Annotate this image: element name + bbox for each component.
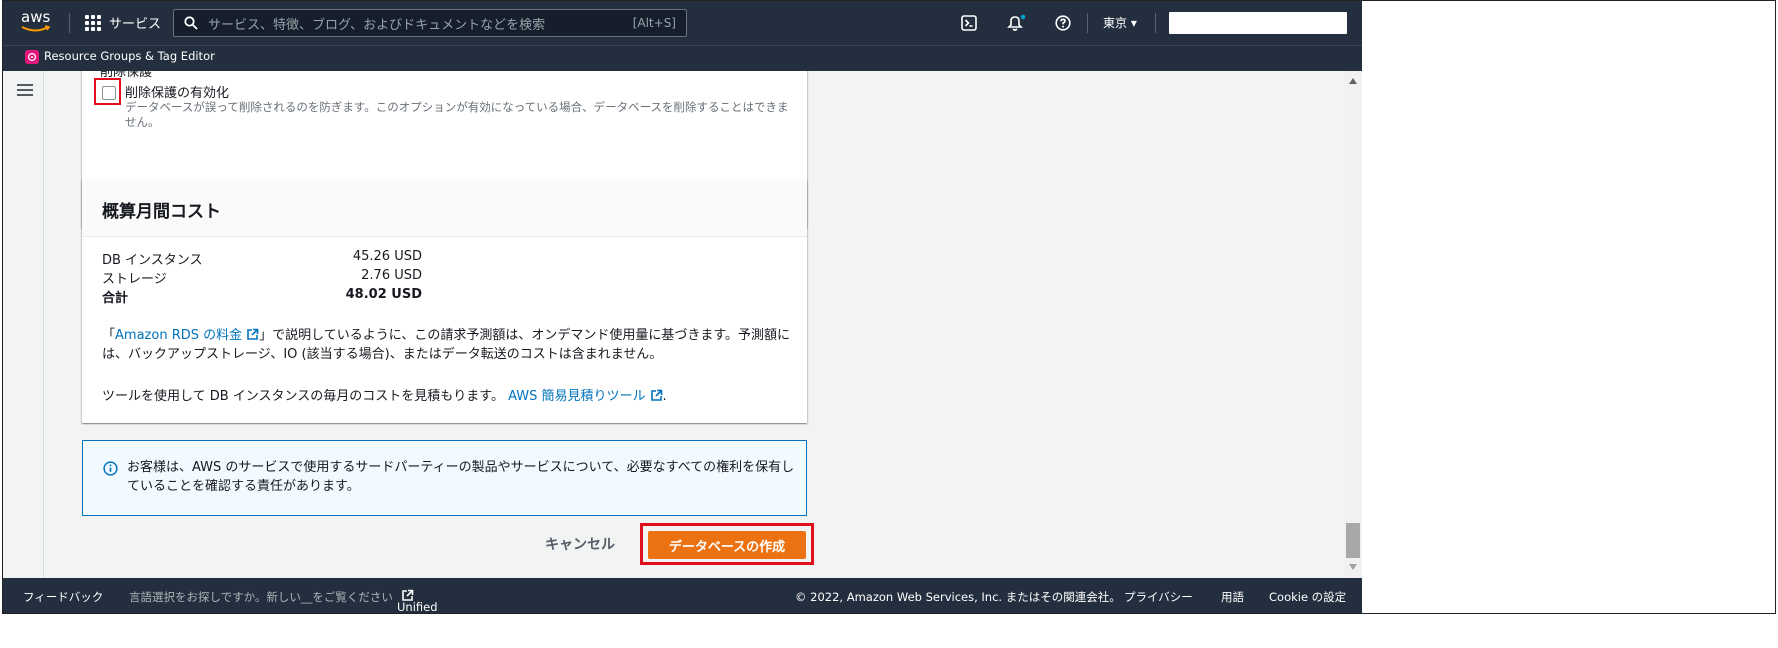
- cost-total-row: 合計 48.02 USD: [102, 287, 422, 306]
- scrollbar[interactable]: [1344, 71, 1362, 578]
- feedback-link[interactable]: フィードバック: [23, 589, 103, 605]
- scrollbar-thumb[interactable]: [1346, 523, 1360, 558]
- create-database-button[interactable]: データベースの作成: [648, 531, 806, 559]
- services-menu-button[interactable]: サービス: [85, 13, 161, 32]
- deletion-protection-checkbox[interactable]: [102, 86, 116, 100]
- external-link-icon: [650, 389, 662, 401]
- main-content: 削除保護 削除保護の有効化 データベースが誤って削除されるのを防ぎます。このオプ…: [45, 71, 1344, 578]
- scroll-up-arrow-icon[interactable]: [1349, 78, 1357, 84]
- highlight-box: データベースの作成: [640, 523, 814, 565]
- checkbox-label[interactable]: 削除保護の有効化: [125, 82, 229, 101]
- terms-link[interactable]: 用語: [1221, 589, 1244, 605]
- menu-icon[interactable]: [17, 84, 33, 96]
- cloudshell-button[interactable]: [959, 13, 979, 33]
- unified-settings-link[interactable]: Unified Settings: [397, 589, 438, 613]
- resource-groups-link[interactable]: Resource Groups & Tag Editor: [44, 49, 215, 63]
- language-prompt: 言語選択をお探しですか。新しい__をご覧ください: [129, 590, 393, 604]
- services-label: サービス: [109, 17, 162, 32]
- cost-note: 「Amazon RDS の料金 」で説明しているように、この請求予測額は、オンデマ…: [102, 328, 791, 362]
- grid-icon: [85, 14, 101, 31]
- external-link-icon: [247, 328, 259, 340]
- cost-row: DB インスタンス 45.26 USD: [102, 249, 422, 268]
- checkbox-description: データベースが誤って削除されるのを防ぎます。このオプションが有効になっている場合…: [125, 100, 789, 129]
- cloudshell-icon: [961, 15, 977, 31]
- search-placeholder: サービス、特徴、ブログ、およびドキュメントなどを検索: [208, 17, 546, 33]
- privacy-link[interactable]: プライバシー: [1124, 589, 1193, 605]
- help-button[interactable]: [1053, 13, 1073, 33]
- scroll-down-arrow-icon[interactable]: [1349, 564, 1357, 570]
- aws-logo[interactable]: aws: [21, 10, 55, 36]
- side-navigation-rail: [3, 71, 44, 578]
- nav-divider: [1087, 13, 1088, 33]
- cost-title: 概算月間コスト: [82, 179, 807, 237]
- info-alert: お客様は、AWS のサービスで使用するサードパーティーの製品やサービスについて、…: [82, 440, 807, 516]
- nav-divider: [69, 13, 70, 33]
- search-icon: [184, 16, 198, 30]
- cost-row: ストレージ 2.76 USD: [102, 268, 422, 287]
- help-icon: [1055, 15, 1071, 31]
- cookie-settings-link[interactable]: Cookie の設定: [1269, 589, 1346, 605]
- info-text: お客様は、AWS のサービスで使用するサードパーティーの製品やサービスについて、…: [127, 460, 795, 494]
- footer: フィードバック 言語選択をお探しですか。新しい__をご覧ください Unified…: [3, 578, 1362, 613]
- resource-groups-icon: [25, 50, 39, 64]
- aws-smile-icon: [21, 25, 51, 32]
- cost-tool-text: ツールを使用して DB インスタンスの毎月のコストを見積もります。 AWS 簡易…: [102, 389, 667, 404]
- rds-pricing-link[interactable]: Amazon RDS の料金: [115, 328, 259, 343]
- cost-table: DB インスタンス 45.26 USD ストレージ 2.76 USD 合計 48…: [102, 249, 422, 306]
- region-selector[interactable]: 東京 ▾: [1103, 14, 1137, 31]
- search-shortcut: [Alt+S]: [632, 16, 676, 30]
- info-icon: [103, 461, 118, 476]
- top-navigation: aws サービス サービス、特徴、ブログ、およびドキュメントなどを検索 [Alt…: [3, 1, 1362, 45]
- screenshot-frame: aws サービス サービス、特徴、ブログ、およびドキュメントなどを検索 [Alt…: [2, 0, 1776, 614]
- highlight-box: [94, 78, 121, 105]
- aws-console: aws サービス サービス、特徴、ブログ、およびドキュメントなどを検索 [Alt…: [3, 1, 1362, 613]
- account-menu[interactable]: [1169, 12, 1347, 34]
- aws-logo-text: aws: [21, 8, 51, 26]
- copyright-text: © 2022, Amazon Web Services, Inc. またはその関…: [795, 590, 1121, 604]
- notifications-button[interactable]: [1006, 13, 1026, 33]
- search-input[interactable]: サービス、特徴、ブログ、およびドキュメントなどを検索 [Alt+S]: [173, 9, 687, 37]
- cancel-button[interactable]: キャンセル: [545, 534, 615, 554]
- bell-icon: [1007, 14, 1026, 31]
- nav-divider: [1155, 13, 1156, 33]
- estimated-cost-panel: 概算月間コスト DB インスタンス 45.26 USD ストレージ 2.76 U…: [82, 179, 807, 423]
- pricing-calculator-link[interactable]: AWS 簡易見積りツール: [508, 389, 662, 404]
